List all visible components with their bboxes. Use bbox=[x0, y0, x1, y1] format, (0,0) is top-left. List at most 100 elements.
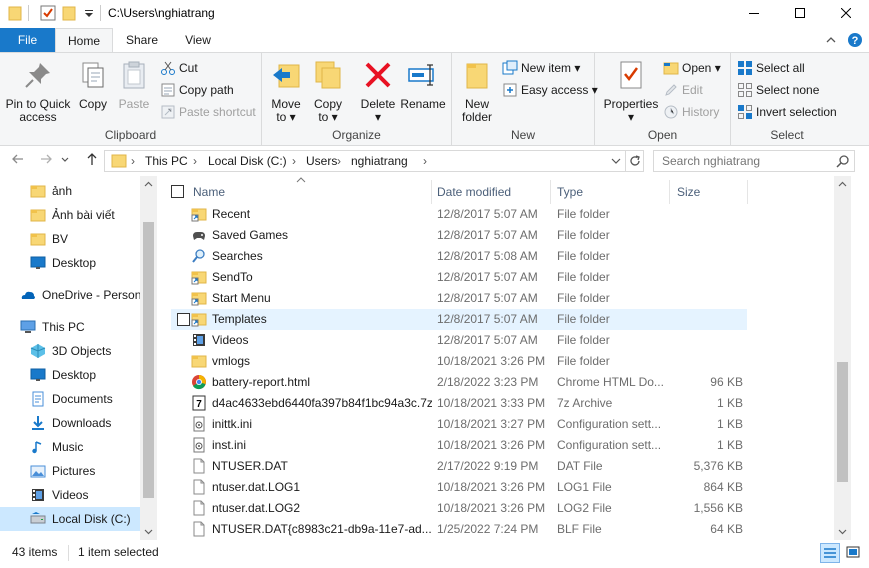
pin-to-quick-access-button[interactable]: Pin to Quick access bbox=[4, 59, 72, 124]
maximize-button[interactable] bbox=[777, 0, 823, 26]
copy-button[interactable]: Copy bbox=[74, 59, 112, 111]
file-row[interactable]: NTUSER.DAT 2/17/2022 9:19 PM DAT File 5,376… bbox=[171, 456, 747, 477]
back-button[interactable] bbox=[8, 151, 28, 171]
nav-item[interactable]: ảnh bbox=[0, 179, 140, 203]
nav-item[interactable]: Downloads bbox=[0, 411, 140, 435]
file-list-scroll-thumb[interactable] bbox=[837, 362, 848, 482]
nav-item[interactable]: Documents bbox=[0, 387, 140, 411]
history-button[interactable]: History bbox=[663, 103, 719, 121]
delete-button[interactable]: Delete ▾ bbox=[358, 59, 398, 124]
file-row[interactable]: Recent 12/8/2017 5:07 AM File folder bbox=[171, 204, 747, 225]
nav-item[interactable]: 3D Objects bbox=[0, 339, 140, 363]
nav-pane-scroll-thumb[interactable] bbox=[143, 222, 154, 498]
nav-item[interactable]: Ảnh bài viết bbox=[0, 203, 140, 227]
new-folder-button[interactable]: New folder bbox=[458, 59, 496, 124]
properties-icon[interactable] bbox=[40, 4, 56, 22]
help-icon[interactable]: ? bbox=[847, 32, 863, 48]
tab-share[interactable]: Share bbox=[117, 28, 167, 52]
file-row[interactable]: inst.ini 10/18/2021 3:26 PM Configuration … bbox=[171, 435, 747, 456]
scroll-up-icon[interactable] bbox=[144, 180, 153, 189]
easy-access-button[interactable]: Easy access ▾ bbox=[502, 81, 598, 99]
column-divider[interactable] bbox=[747, 180, 748, 204]
file-row[interactable]: Saved Games 12/8/2017 5:07 AM File folder bbox=[171, 225, 747, 246]
file-row[interactable]: Start Menu 12/8/2017 5:07 AM File folder bbox=[171, 288, 747, 309]
large-icons-view-button[interactable] bbox=[844, 543, 864, 563]
select-none-button[interactable]: Select none bbox=[737, 81, 819, 99]
close-button[interactable] bbox=[823, 0, 869, 26]
address-dropdown-icon[interactable] bbox=[610, 155, 622, 167]
file-row[interactable]: battery-report.html 2/18/2022 3:23 PM Chro… bbox=[171, 372, 747, 393]
nav-item[interactable]: OneDrive - Personal bbox=[0, 283, 140, 307]
column-divider[interactable] bbox=[550, 180, 551, 204]
column-header-size[interactable]: Size bbox=[677, 182, 700, 202]
collapse-ribbon-icon[interactable] bbox=[825, 34, 837, 46]
refresh-icon[interactable] bbox=[628, 154, 642, 168]
tab-file[interactable]: File bbox=[0, 28, 55, 52]
properties-button[interactable]: Properties ▾ bbox=[601, 59, 661, 124]
nav-item[interactable]: BV bbox=[0, 227, 140, 251]
paste-shortcut-button[interactable]: Paste shortcut bbox=[160, 103, 256, 121]
search-icon[interactable] bbox=[836, 154, 850, 168]
breadcrumb-local-disk[interactable]: Local Disk (C:) bbox=[208, 154, 287, 168]
chrome-icon bbox=[192, 375, 206, 390]
customize-toolbar-icon[interactable] bbox=[84, 4, 94, 22]
up-button[interactable] bbox=[82, 151, 102, 171]
videos-icon bbox=[193, 334, 205, 346]
nav-item[interactable]: Videos bbox=[0, 483, 140, 507]
file-list-scrollbar[interactable] bbox=[834, 176, 851, 540]
new-item-button[interactable]: New item ▾ bbox=[502, 59, 580, 77]
cut-button[interactable]: Cut bbox=[160, 59, 198, 77]
paste-button[interactable]: Paste bbox=[114, 59, 154, 111]
edit-button[interactable]: Edit bbox=[663, 81, 703, 99]
recent-locations-button[interactable] bbox=[58, 151, 72, 171]
navigation-pane: ảnh Ảnh bài viết BV Desktop OneDrive - Perso… bbox=[0, 176, 157, 540]
nav-item[interactable]: Pictures bbox=[0, 459, 140, 483]
file-row[interactable]: inittk.ini 10/18/2021 3:27 PM Configuratio… bbox=[171, 414, 747, 435]
column-header-type[interactable]: Type bbox=[557, 182, 583, 202]
scroll-up-icon[interactable] bbox=[838, 180, 847, 189]
move-to-button[interactable]: Move to ▾ bbox=[268, 59, 304, 124]
column-header-name[interactable]: Name bbox=[193, 182, 225, 202]
file-row[interactable]: 7 d4ac4633ebd6440fa397b84f1bc94a3c.7z 10/1… bbox=[171, 393, 747, 414]
search-input[interactable] bbox=[662, 154, 832, 168]
column-header-date[interactable]: Date modified bbox=[437, 182, 511, 202]
breadcrumb-users[interactable]: Users bbox=[306, 154, 337, 168]
invert-selection-button[interactable]: Invert selection bbox=[737, 103, 837, 121]
column-divider[interactable] bbox=[669, 180, 670, 204]
file-row[interactable]: vmlogs 10/18/2021 3:26 PM File folder bbox=[171, 351, 747, 372]
nav-item[interactable]: Local Disk (C:) bbox=[0, 507, 140, 531]
minimize-button[interactable] bbox=[731, 0, 777, 26]
column-divider[interactable] bbox=[431, 180, 432, 204]
file-row[interactable]: NTUSER.DAT{c8983c21-db9a-11e7-ad... 1/25/… bbox=[171, 519, 747, 540]
file-row[interactable]: Videos 12/8/2017 5:07 AM File folder bbox=[171, 330, 747, 351]
nav-item[interactable]: Music bbox=[0, 435, 140, 459]
new-folder-icon[interactable] bbox=[62, 4, 76, 22]
breadcrumb-nghiatrang[interactable]: nghiatrang bbox=[351, 154, 408, 168]
file-row[interactable]: Searches 12/8/2017 5:08 AM File folder bbox=[171, 246, 747, 267]
rename-button[interactable]: Rename bbox=[400, 59, 446, 111]
search-box[interactable] bbox=[653, 150, 855, 172]
file-row[interactable]: SendTo 12/8/2017 5:07 AM File folder bbox=[171, 267, 747, 288]
copy-to-button[interactable]: Copy to ▾ bbox=[310, 59, 346, 124]
file-row[interactable]: ntuser.dat.LOG2 10/18/2021 3:26 PM LOG2 Fi… bbox=[171, 498, 747, 519]
details-view-button[interactable] bbox=[820, 543, 840, 563]
nav-item[interactable]: This PC bbox=[0, 315, 140, 339]
copy-path-button[interactable]: Copy path bbox=[160, 81, 234, 99]
select-all-checkbox[interactable] bbox=[171, 185, 184, 198]
select-all-button[interactable]: Select all bbox=[737, 59, 805, 77]
file-row[interactable]: Templates 12/8/2017 5:07 AM File folder bbox=[171, 309, 747, 330]
nav-item[interactable]: Desktop bbox=[0, 251, 140, 275]
nav-item[interactable]: Desktop bbox=[0, 363, 140, 387]
tab-home[interactable]: Home bbox=[55, 28, 113, 53]
scroll-down-icon[interactable] bbox=[144, 527, 153, 536]
nav-pane-scrollbar[interactable] bbox=[140, 176, 157, 540]
address-bar[interactable]: › This PC › Local Disk (C:) › Users › ng… bbox=[104, 150, 644, 172]
tab-view[interactable]: View bbox=[172, 28, 224, 52]
forward-button[interactable] bbox=[36, 151, 56, 171]
scroll-down-icon[interactable] bbox=[838, 527, 847, 536]
file-row[interactable]: ntuser.dat.LOG1 10/18/2021 3:26 PM LOG1 Fi… bbox=[171, 477, 747, 498]
open-button[interactable]: Open ▾ bbox=[663, 59, 721, 77]
file-type: File folder bbox=[557, 270, 610, 284]
breadcrumb-this-pc[interactable]: This PC bbox=[145, 154, 188, 168]
row-checkbox[interactable] bbox=[177, 313, 190, 326]
